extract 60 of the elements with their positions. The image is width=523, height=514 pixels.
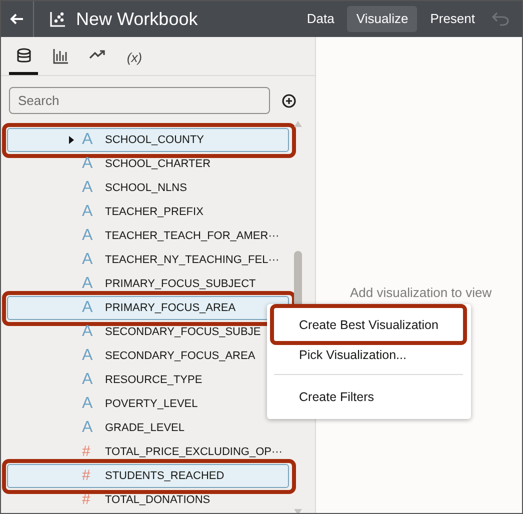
measure-icon: # — [82, 464, 100, 488]
field-name: STUDENTS_REACHED — [105, 468, 224, 484]
workbook-title: New Workbook — [76, 8, 198, 30]
chart-icon — [50, 11, 66, 27]
attribute-icon: A — [82, 128, 100, 152]
measure-icon: # — [82, 488, 100, 512]
field-name: SECONDARY_FOCUS_AREA — [105, 348, 256, 364]
attribute-icon: A — [82, 296, 100, 320]
attribute-icon: A — [82, 176, 100, 200]
field-name: TOTAL_DONATIONS — [105, 492, 210, 508]
field-name: PRIMARY_FOCUS_SUBJECT — [105, 276, 256, 292]
field-name: TEACHER_PREFIX — [105, 204, 204, 220]
menu-item[interactable]: Create Filters — [274, 374, 463, 413]
field-name: TEACHER_NY_TEACHING_FEL··· — [105, 252, 280, 268]
nav-tab[interactable]: Present — [421, 6, 484, 32]
attribute-icon: A — [82, 152, 100, 176]
field-name: TOTAL_PRICE_EXCLUDING_OP··· — [105, 444, 282, 460]
trend-icon — [88, 48, 106, 60]
attribute-icon: A — [82, 248, 100, 272]
attribute-icon: A — [82, 392, 100, 416]
back-arrow-icon — [10, 13, 24, 25]
expand-icon[interactable] — [69, 136, 74, 144]
field-row[interactable]: # STUDENTS_REACHED — [7, 464, 289, 488]
attribute-icon: A — [82, 272, 100, 296]
attribute-icon: A — [82, 320, 100, 344]
field-row[interactable]: A TEACHER_PREFIX — [7, 200, 289, 224]
measure-icon: # — [82, 440, 100, 464]
attribute-icon: A — [82, 368, 100, 392]
field-name: SECONDARY_FOCUS_SUBJE — [105, 324, 261, 340]
attribute-icon: A — [82, 416, 100, 440]
field-name: TEACHER_TEACH_FOR_AMER··· — [105, 228, 280, 244]
attribute-icon: A — [82, 344, 100, 368]
field-row[interactable]: # TOTAL_PRICE_EXCLUDING_OP··· — [7, 440, 289, 464]
field-row[interactable]: A SCHOOL_COUNTY — [7, 128, 289, 152]
field-row[interactable]: # TOTAL_DONATIONS — [7, 488, 289, 512]
field-row[interactable]: A SCHOOL_CHARTER — [7, 152, 289, 176]
field-name: SCHOOL_COUNTY — [105, 132, 204, 148]
field-name: SCHOOL_NLNS — [105, 180, 187, 196]
field-name: PRIMARY_FOCUS_AREA — [105, 300, 236, 316]
field-name: RESOURCE_TYPE — [105, 372, 202, 388]
field-row[interactable]: A TEACHER_NY_TEACHING_FEL··· — [7, 248, 289, 272]
field-name: SCHOOL_CHARTER — [105, 156, 211, 172]
database-icon — [16, 48, 32, 64]
menu-item[interactable]: Pick Visualization... — [274, 340, 463, 370]
field-row[interactable]: A TEACHER_TEACH_FOR_AMER··· — [7, 224, 289, 248]
bar-chart-icon — [52, 48, 68, 64]
field-row[interactable]: A PRIMARY_FOCUS_SUBJECT — [7, 272, 289, 296]
search-field[interactable]: Search — [9, 87, 270, 114]
field-row[interactable]: A GRADE_LEVEL — [7, 416, 289, 440]
field-row[interactable]: A PRIMARY_FOCUS_AREA — [7, 296, 289, 320]
attribute-icon: A — [82, 224, 100, 248]
canvas-hint: Add visualization to view — [350, 284, 492, 302]
nav-tab[interactable]: Visualize — [347, 6, 418, 32]
panel-tab[interactable]: (x) — [120, 45, 149, 75]
attribute-icon: A — [82, 200, 100, 224]
field-row[interactable]: A SCHOOL_NLNS — [7, 176, 289, 200]
field-name: GRADE_LEVEL — [105, 420, 184, 436]
field-name: POVERTY_LEVEL — [105, 396, 198, 412]
nav-tab[interactable]: Data — [298, 6, 344, 32]
add-icon[interactable] — [282, 94, 296, 108]
